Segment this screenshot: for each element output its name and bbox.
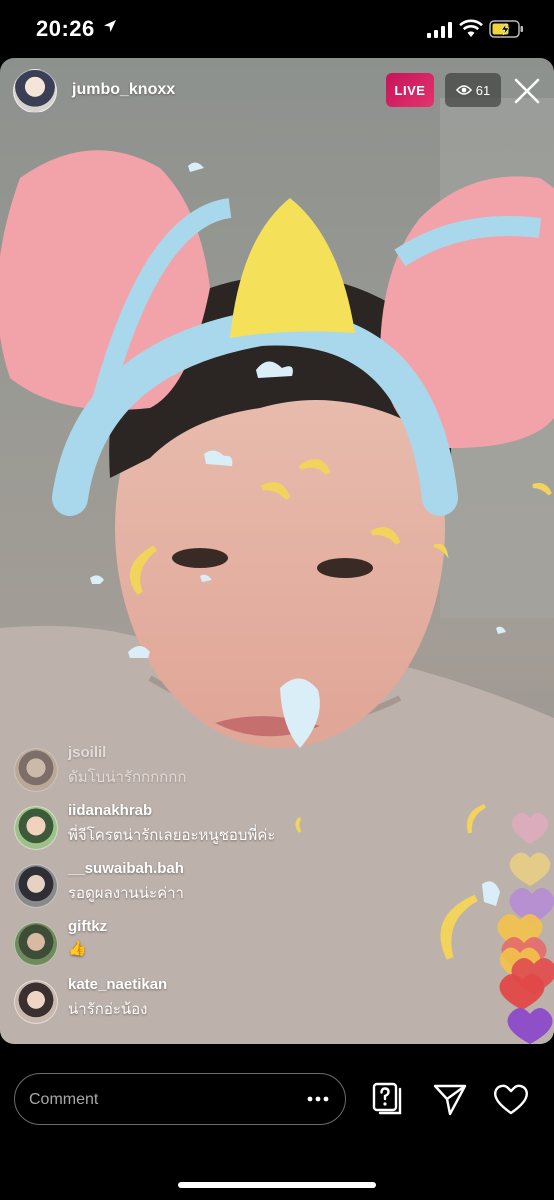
comment-item[interactable]: jsoilil ดัมโบน่ารักกกกกก — [14, 740, 334, 798]
viewer-count-value: 61 — [475, 82, 491, 98]
comment-username[interactable]: __suwaibah.bah — [68, 860, 184, 877]
comment-username[interactable]: kate_naetikan — [68, 976, 167, 993]
comment-item[interactable]: giftkz 👍 — [14, 914, 334, 972]
host-username[interactable]: jumbo_knoxx — [72, 81, 175, 99]
comment-text: 👍 — [68, 940, 87, 957]
live-badge: LIVE — [386, 73, 434, 107]
more-icon[interactable] — [303, 1088, 333, 1110]
live-video[interactable]: jumbo_knoxx LIVE 61 jsoilil ดัมโบน่ารักก… — [0, 58, 554, 1044]
question-icon[interactable] — [370, 1081, 406, 1117]
comment-username[interactable]: iidanakhrab — [68, 802, 152, 819]
comment-avatar[interactable] — [14, 748, 58, 792]
comment-avatar[interactable] — [14, 864, 58, 908]
comment-list: jsoilil ดัมโบน่ารักกกกกก iidanakhrab พี่… — [14, 740, 334, 1030]
close-icon[interactable] — [512, 76, 542, 106]
wifi-icon — [459, 19, 483, 37]
location-arrow-icon — [104, 20, 116, 32]
comment-avatar[interactable] — [14, 922, 58, 966]
comment-item[interactable]: __suwaibah.bah รอดูผลงานน่ะค่าา — [14, 856, 334, 914]
status-bar: 20:26 — [0, 0, 554, 60]
battery-icon — [489, 20, 523, 38]
comment-username[interactable]: jsoilil — [68, 744, 106, 761]
comment-field[interactable] — [14, 1073, 346, 1126]
comment-avatar[interactable] — [14, 980, 58, 1024]
eye-icon — [455, 85, 472, 95]
host-avatar[interactable] — [13, 69, 57, 113]
comment-item[interactable]: kate_naetikan น่ารักอ่ะน้อง — [14, 972, 334, 1030]
comment-avatar[interactable] — [14, 806, 58, 850]
comment-input[interactable] — [27, 1074, 281, 1126]
comment-item[interactable]: iidanakhrab พี่จีโครตน่ารักเลยอะหนูชอบพี… — [14, 798, 334, 856]
status-time: 20:26 — [36, 16, 95, 41]
signal-icon — [427, 22, 452, 38]
comment-text: ดัมโบน่ารักกกกกก — [68, 769, 187, 786]
comment-username[interactable]: giftkz — [68, 918, 107, 935]
send-icon[interactable] — [432, 1081, 468, 1117]
viewer-count[interactable]: 61 — [445, 73, 501, 107]
comment-text: รอดูผลงานน่ะค่าา — [68, 885, 184, 902]
heart-icon[interactable] — [492, 1081, 530, 1117]
home-indicator[interactable] — [178, 1182, 376, 1188]
comment-text: น่ารักอ่ะน้อง — [68, 1001, 148, 1018]
comment-text: พี่จีโครตน่ารักเลยอะหนูชอบพี่ค่ะ — [68, 827, 276, 844]
